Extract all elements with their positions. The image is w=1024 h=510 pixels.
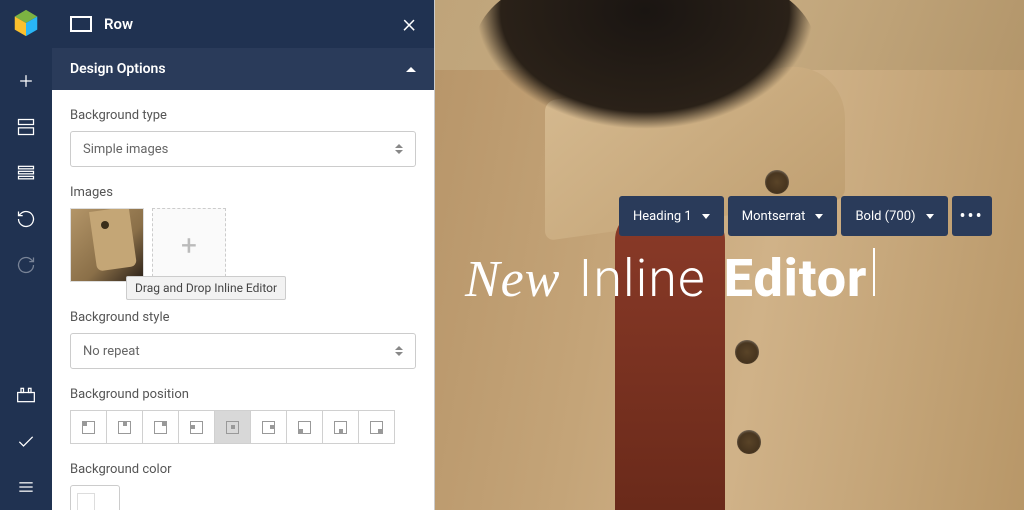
bg-style-value: No repeat [83, 344, 140, 359]
chevron-down-icon [815, 214, 823, 219]
tree-view-icon[interactable] [0, 150, 52, 196]
heading-select[interactable]: Heading 1 [619, 196, 724, 236]
section-title: Design Options [70, 61, 166, 77]
close-icon[interactable]: × [402, 11, 416, 37]
section-body: Background type Simple images Images + D… [52, 90, 434, 510]
panel-title: Row [104, 15, 402, 33]
bg-position-label: Background position [70, 387, 416, 402]
heading-word-3: Editor [724, 248, 868, 309]
template-icon[interactable] [0, 104, 52, 150]
panel-header: Row × [52, 0, 434, 48]
left-rail [0, 0, 52, 510]
color-swatch [77, 493, 95, 510]
canvas[interactable]: Heading 1 Montserrat Bold (700) ••• New … [435, 0, 1024, 510]
row-icon [70, 16, 92, 32]
add-image-button[interactable]: + [152, 208, 226, 282]
chevron-up-icon [406, 67, 416, 72]
publish-icon[interactable] [0, 418, 52, 464]
bg-type-label: Background type [70, 108, 416, 123]
redo-icon[interactable] [0, 242, 52, 288]
editable-heading[interactable]: New Inline Editor [465, 248, 1004, 309]
more-options-button[interactable]: ••• [952, 196, 992, 236]
pos-top-left[interactable] [70, 410, 107, 444]
inline-text-toolbar: Heading 1 Montserrat Bold (700) ••• [619, 196, 992, 236]
bg-color-label: Background color [70, 462, 416, 477]
chevron-down-icon [702, 214, 710, 219]
undo-icon[interactable] [0, 196, 52, 242]
settings-panel: Row × Design Options Background type Sim… [52, 0, 435, 510]
add-element-icon[interactable] [0, 58, 52, 104]
font-family-select[interactable]: Montserrat [728, 196, 838, 236]
pos-top-center[interactable] [106, 410, 143, 444]
menu-icon[interactable] [0, 464, 52, 510]
app-logo [11, 8, 41, 38]
design-options-toggle[interactable]: Design Options [52, 48, 434, 90]
font-weight-select[interactable]: Bold (700) [841, 196, 947, 236]
settings-icon[interactable] [0, 372, 52, 418]
pos-middle-right[interactable] [250, 410, 287, 444]
bg-position-grid [70, 410, 416, 444]
heading-value: Heading 1 [633, 209, 692, 224]
image-thumbnail[interactable] [70, 208, 144, 282]
pos-bottom-left[interactable] [286, 410, 323, 444]
pos-middle-center[interactable] [214, 410, 251, 444]
bg-type-select[interactable]: Simple images [70, 131, 416, 167]
font-value: Montserrat [742, 209, 806, 224]
chevron-down-icon [926, 214, 934, 219]
pos-middle-left[interactable] [178, 410, 215, 444]
pos-bottom-center[interactable] [322, 410, 359, 444]
bg-style-label: Background style [70, 310, 416, 325]
images-label: Images [70, 185, 416, 200]
select-arrows-icon [395, 144, 403, 154]
bg-style-select[interactable]: No repeat [70, 333, 416, 369]
tooltip: Drag and Drop Inline Editor [126, 276, 286, 300]
bg-type-value: Simple images [83, 142, 168, 157]
heading-word-1: New [465, 250, 560, 309]
text-cursor [873, 248, 875, 296]
heading-word-2: Inline [578, 248, 705, 309]
select-arrows-icon [395, 346, 403, 356]
weight-value: Bold (700) [855, 209, 915, 224]
pos-top-right[interactable] [142, 410, 179, 444]
pos-bottom-right[interactable] [358, 410, 395, 444]
bg-color-picker[interactable] [70, 485, 120, 510]
